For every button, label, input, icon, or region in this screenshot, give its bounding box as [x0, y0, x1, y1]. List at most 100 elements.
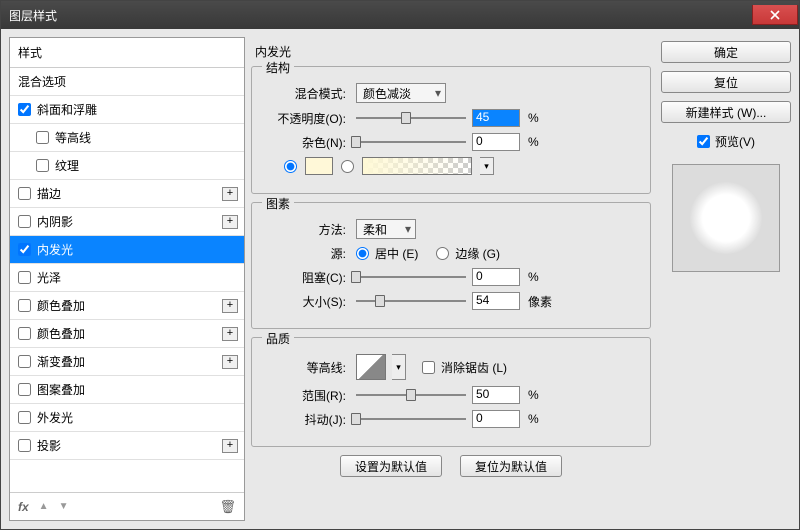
style-item-inner-glow[interactable]: 内发光 [10, 236, 244, 264]
preview-toggle[interactable]: 预览(V) [661, 133, 791, 150]
contour-menu-button[interactable]: ▾ [392, 354, 406, 380]
elements-group: 图素 方法: 柔和 源: 居中 (E) 边缘 (G) 阻塞(C): 0 % [251, 202, 651, 329]
ok-button[interactable]: 确定 [661, 41, 791, 63]
structure-group: 结构 混合模式: 颜色减淡 不透明度(O): 45 % 杂色(N): 0 % [251, 66, 651, 194]
range-input[interactable]: 50 [472, 386, 520, 404]
style-checkbox[interactable] [36, 131, 49, 144]
color-radio[interactable] [284, 160, 297, 173]
opacity-input[interactable]: 45 [472, 109, 520, 127]
style-checkbox[interactable] [18, 103, 31, 116]
jitter-slider[interactable] [356, 411, 466, 427]
contour-picker[interactable] [356, 354, 386, 380]
preview-checkbox[interactable] [697, 135, 710, 148]
style-label: 投影 [37, 437, 61, 454]
jitter-label: 抖动(J): [264, 411, 350, 428]
style-label: 颜色叠加 [37, 325, 85, 342]
style-label: 图案叠加 [37, 381, 85, 398]
source-center-radio[interactable] [356, 247, 369, 260]
technique-label: 方法: [264, 221, 350, 238]
range-unit: % [528, 388, 539, 402]
technique-select[interactable]: 柔和 [356, 219, 416, 239]
blend-options-item[interactable]: 混合选项 [10, 68, 244, 96]
color-swatch[interactable] [305, 157, 333, 175]
antialias-checkbox[interactable] [422, 361, 435, 374]
style-checkbox[interactable] [18, 187, 31, 200]
source-edge-label: 边缘 (G) [455, 245, 500, 262]
layer-style-dialog: 图层样式 样式 混合选项 斜面和浮雕 等高线 [0, 0, 800, 530]
reset-default-button[interactable]: 复位为默认值 [460, 455, 562, 477]
add-effect-button[interactable]: + [222, 327, 238, 341]
noise-slider[interactable] [356, 134, 466, 150]
style-label: 光泽 [37, 269, 61, 286]
close-button[interactable] [752, 5, 798, 25]
add-effect-button[interactable]: + [222, 355, 238, 369]
noise-unit: % [528, 135, 539, 149]
style-item-contour[interactable]: 等高线 [10, 124, 244, 152]
structure-legend: 结构 [262, 59, 294, 76]
add-effect-button[interactable]: + [222, 215, 238, 229]
style-label: 等高线 [55, 129, 91, 146]
add-effect-button[interactable]: + [222, 187, 238, 201]
preview-label: 预览(V) [715, 133, 755, 150]
style-checkbox[interactable] [18, 383, 31, 396]
style-item-bevel[interactable]: 斜面和浮雕 [10, 96, 244, 124]
range-slider[interactable] [356, 387, 466, 403]
window-title: 图层样式 [9, 7, 57, 24]
technique-value: 柔和 [363, 221, 387, 238]
choke-input[interactable]: 0 [472, 268, 520, 286]
size-slider[interactable] [356, 293, 466, 309]
styles-panel: 样式 混合选项 斜面和浮雕 等高线 纹理 描边 [9, 37, 245, 521]
add-effect-button[interactable]: + [222, 299, 238, 313]
style-checkbox[interactable] [36, 159, 49, 172]
blend-mode-label: 混合模式: [264, 85, 350, 102]
move-down-icon[interactable]: ▼ [59, 501, 69, 512]
settings-panel: 内发光 结构 混合模式: 颜色减淡 不透明度(O): 45 % 杂色(N): 0 [251, 37, 655, 521]
style-checkbox[interactable] [18, 411, 31, 424]
make-default-button[interactable]: 设置为默认值 [340, 455, 442, 477]
style-checkbox[interactable] [18, 215, 31, 228]
move-up-icon[interactable]: ▲ [39, 501, 49, 512]
reset-button[interactable]: 复位 [661, 71, 791, 93]
quality-group: 品质 等高线: ▾ 消除锯齿 (L) 范围(R): 50 % 抖动(J): 0 [251, 337, 651, 447]
style-item-inner-shadow[interactable]: 内阴影 + [10, 208, 244, 236]
noise-input[interactable]: 0 [472, 133, 520, 151]
style-checkbox[interactable] [18, 243, 31, 256]
style-checkbox[interactable] [18, 271, 31, 284]
add-effect-button[interactable]: + [222, 439, 238, 453]
style-checkbox[interactable] [18, 327, 31, 340]
style-item-stroke[interactable]: 描边 + [10, 180, 244, 208]
style-label: 渐变叠加 [37, 353, 85, 370]
choke-slider[interactable] [356, 269, 466, 285]
style-item-texture[interactable]: 纹理 [10, 152, 244, 180]
style-checkbox[interactable] [18, 299, 31, 312]
style-item-satin[interactable]: 光泽 [10, 264, 244, 292]
style-item-color-overlay-1[interactable]: 颜色叠加 + [10, 292, 244, 320]
jitter-input[interactable]: 0 [472, 410, 520, 428]
size-input[interactable]: 54 [472, 292, 520, 310]
opacity-label: 不透明度(O): [264, 110, 350, 127]
blend-mode-select[interactable]: 颜色减淡 [356, 83, 446, 103]
style-item-pattern-overlay[interactable]: 图案叠加 [10, 376, 244, 404]
fx-menu-icon[interactable]: fx [18, 500, 29, 514]
gradient-menu-button[interactable]: ▾ [480, 157, 494, 175]
style-checkbox[interactable] [18, 355, 31, 368]
trash-icon[interactable]: 🗑 [219, 499, 236, 515]
source-label: 源: [264, 245, 350, 262]
style-item-outer-glow[interactable]: 外发光 [10, 404, 244, 432]
style-label: 斜面和浮雕 [37, 101, 97, 118]
default-buttons-row: 设置为默认值 复位为默认值 [251, 455, 651, 477]
gradient-radio[interactable] [341, 160, 354, 173]
source-edge-radio[interactable] [436, 247, 449, 260]
gradient-swatch[interactable] [362, 157, 472, 175]
style-item-drop-shadow[interactable]: 投影 + [10, 432, 244, 460]
new-style-button[interactable]: 新建样式 (W)... [661, 101, 791, 123]
style-item-color-overlay-2[interactable]: 颜色叠加 + [10, 320, 244, 348]
style-label: 外发光 [37, 409, 73, 426]
dialog-body: 样式 混合选项 斜面和浮雕 等高线 纹理 描边 [1, 29, 799, 529]
opacity-slider[interactable] [356, 110, 466, 126]
close-icon [770, 10, 780, 20]
style-item-gradient-overlay[interactable]: 渐变叠加 + [10, 348, 244, 376]
panel-title: 内发光 [255, 43, 651, 60]
style-checkbox[interactable] [18, 439, 31, 452]
range-label: 范围(R): [264, 387, 350, 404]
